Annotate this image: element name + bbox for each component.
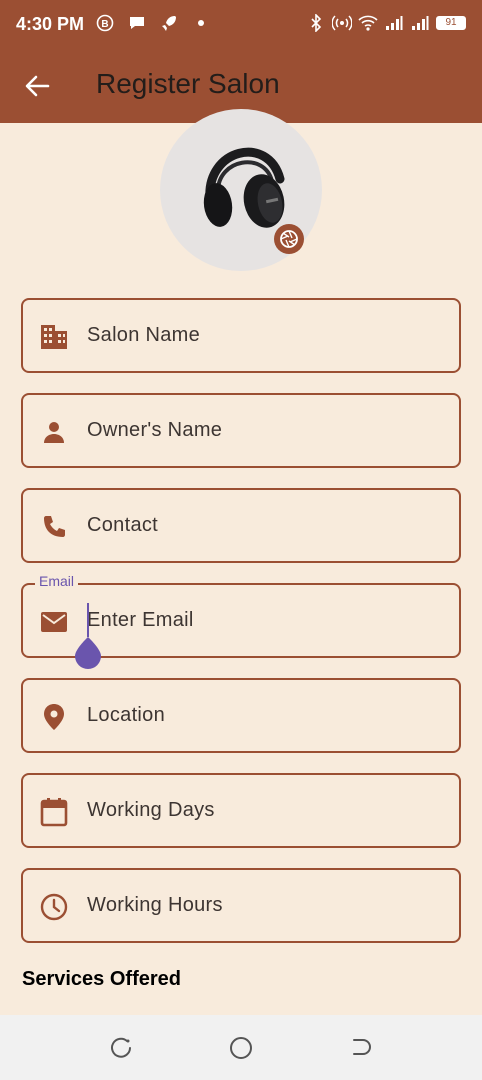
- hotspot-icon: [332, 13, 352, 33]
- person-icon: [39, 417, 69, 447]
- working-days-placeholder: Working Days: [87, 799, 215, 821]
- working-days-field[interactable]: Working Days: [21, 773, 461, 848]
- services-heading: Services Offered: [22, 968, 181, 990]
- home-button[interactable]: [228, 1035, 254, 1061]
- recents-icon: [111, 1037, 131, 1058]
- status-time: 4:30 PM: [16, 14, 85, 34]
- battery-icon: 91: [436, 16, 466, 30]
- home-circle-icon: [230, 1037, 252, 1059]
- salon-name-field[interactable]: Salon Name: [21, 298, 461, 373]
- location-field[interactable]: Location: [21, 678, 461, 753]
- building-icon: [39, 322, 69, 352]
- status-bar: 4:30 PM B 91: [0, 0, 482, 48]
- email-field[interactable]: Email Enter Email: [21, 573, 461, 669]
- system-nav-bar: [0, 1015, 482, 1080]
- location-placeholder: Location: [87, 704, 166, 726]
- b-circle-icon: B: [95, 13, 115, 33]
- text-cursor: [87, 603, 89, 637]
- signal-icon: [410, 13, 430, 33]
- owner-name-placeholder: Owner's Name: [87, 419, 223, 441]
- owner-name-field[interactable]: Owner's Name: [21, 393, 461, 468]
- svg-text:B: B: [101, 19, 108, 30]
- phone-icon: [39, 512, 69, 542]
- working-hours-placeholder: Working Hours: [87, 894, 223, 916]
- working-hours-field[interactable]: Working Hours: [21, 868, 461, 943]
- salon-name-placeholder: Salon Name: [87, 324, 201, 346]
- camera-button[interactable]: [274, 224, 304, 254]
- recents-button[interactable]: [108, 1035, 134, 1061]
- status-right-icons: 91: [306, 13, 466, 33]
- status-left-icons: B: [95, 13, 211, 33]
- page-title: Register Salon: [96, 68, 280, 99]
- wifi-icon: [358, 13, 378, 33]
- arrow-left-icon: [25, 75, 50, 97]
- salon-image-picker[interactable]: [160, 109, 322, 271]
- clock-icon: [39, 892, 69, 922]
- mail-icon: [39, 607, 69, 637]
- contact-placeholder: Contact: [87, 514, 159, 536]
- back-nav-button[interactable]: [348, 1035, 374, 1061]
- text-selection-handle[interactable]: [73, 635, 103, 669]
- chat-icon: [127, 13, 147, 33]
- contact-field[interactable]: Contact: [21, 488, 461, 563]
- location-pin-icon: [39, 702, 69, 732]
- signal-icon: [384, 13, 404, 33]
- back-button[interactable]: [22, 72, 52, 100]
- rocket-icon: [159, 13, 179, 33]
- bluetooth-icon: [306, 13, 326, 33]
- back-nav-icon: [353, 1039, 371, 1055]
- calendar-icon: [39, 797, 69, 827]
- email-placeholder: Enter Email: [87, 609, 194, 631]
- email-label: Email: [35, 573, 79, 589]
- camera-aperture-icon: [280, 230, 298, 248]
- dot-icon: [191, 13, 211, 33]
